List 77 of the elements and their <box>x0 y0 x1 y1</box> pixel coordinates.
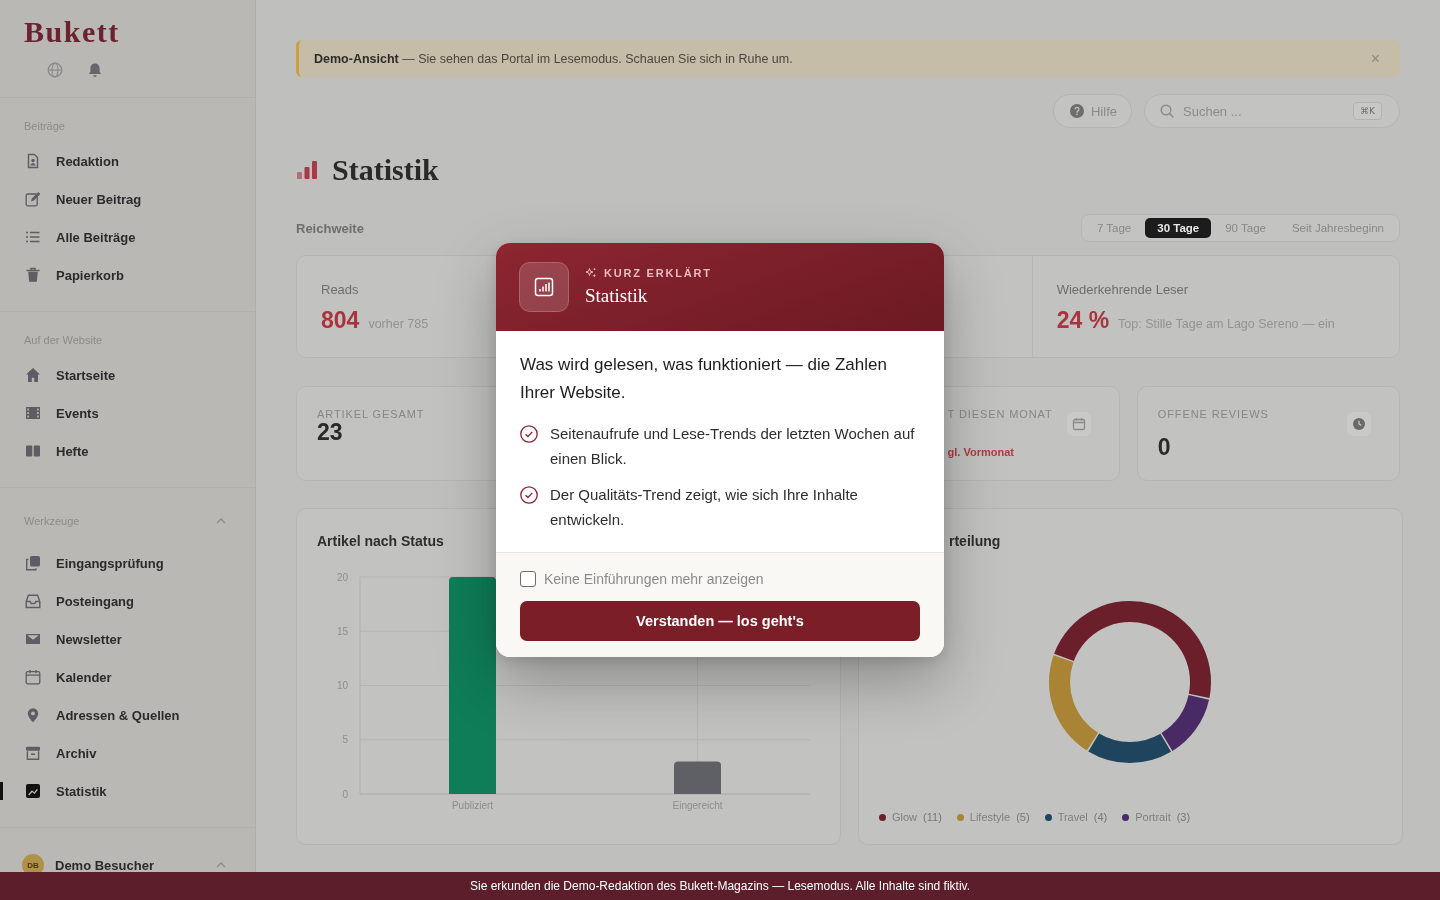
bell-icon[interactable] <box>87 62 103 78</box>
dialog-lead: Was wird gelesen, was funktioniert — die Zahlen Ihrer Website. <box>520 354 888 404</box>
checkbox-label: Keine Einführungen mehr anzeigen <box>544 571 764 587</box>
globe-icon[interactable] <box>47 62 63 78</box>
nav-item[interactable]: Hefte <box>0 432 255 470</box>
confirm-button[interactable]: Verstanden — los geht's <box>520 601 920 641</box>
checkbox[interactable] <box>520 571 536 587</box>
home-icon <box>25 367 41 383</box>
metric-value: 804 <box>321 306 360 334</box>
nav-item[interactable]: Eingangsprüfung <box>0 544 255 582</box>
list-icon <box>25 229 41 245</box>
legend-count: (5) <box>1016 811 1030 823</box>
search-input[interactable]: Suchen ... <box>1183 99 1345 123</box>
nav-item[interactable]: Neuer Beitrag <box>0 180 255 218</box>
chart-icon <box>25 783 41 799</box>
stat-value: 23 <box>317 418 343 446</box>
copy-icon <box>25 555 41 571</box>
calendar-icon <box>25 669 41 685</box>
nav-item[interactable]: Redaktion <box>0 142 255 180</box>
nav-item[interactable]: Adressen & Quellen <box>0 696 255 734</box>
legend-label: Portrait <box>1135 811 1171 823</box>
archive-icon <box>25 745 41 761</box>
section-heading: Reichweite <box>296 220 364 236</box>
shortcut-key: ⌘K <box>1353 102 1382 120</box>
range-tab[interactable]: 30 Tage <box>1145 218 1212 238</box>
notice-text: Demo-Ansicht — Sie sehen das Portal im Lesemodus. Schauen Sie sich in Ruhe um. <box>314 51 793 66</box>
nav-item[interactable]: Kalender <box>0 658 255 696</box>
nav-item[interactable]: Papierkorb <box>0 256 255 294</box>
point-text: Seitenaufrufe und Lese-Trends der letzten Wochen auf einen Blick. <box>550 424 916 469</box>
film-icon <box>25 405 41 421</box>
legend-count: (3) <box>1176 811 1191 823</box>
nav-item[interactable]: Startseite <box>0 356 255 394</box>
nav-item[interactable]: Statistik <box>0 772 255 810</box>
status-text: Sie erkunden die Demo-Redaktion des Bukett-Magazins — Lesemodus. Alle Inhalte sind fiktiv. <box>469 879 970 893</box>
chevron-up-icon <box>216 518 226 524</box>
calendar-icon <box>1066 412 1091 436</box>
pencil-icon <box>25 191 41 207</box>
stat-label: OFFENE REVIEWS <box>1157 407 1269 421</box>
legend-label: Lifestyle <box>969 811 1011 823</box>
metric-value: 24 % <box>1056 306 1110 334</box>
search-icon <box>1160 104 1174 118</box>
nav-item[interactable]: Newsletter <box>0 620 255 658</box>
legend-count: (11) <box>923 811 942 823</box>
metric-label: Reads <box>321 282 359 298</box>
logo: Bukett <box>24 16 120 48</box>
point-text: Der Qualitäts-Trend zeigt, wie sich Ihre Inhalte entwickeln. <box>550 485 859 530</box>
stat-label: ARTIKEL GESAMT <box>317 407 425 421</box>
book-icon <box>25 443 41 459</box>
stat-note: gl. Vormonat <box>947 446 1014 458</box>
page-title: Statistik <box>332 153 439 187</box>
check-circle-icon <box>520 424 538 443</box>
avatar: DB <box>22 854 44 872</box>
chart-title: rteilung <box>949 532 1001 550</box>
envelope-icon <box>25 631 41 647</box>
dialog-title: Statistik <box>585 284 648 308</box>
stat-value: 0 <box>1157 433 1171 461</box>
metric-label: Wiederkehrende Leser <box>1056 282 1189 298</box>
doc-icon <box>25 153 41 169</box>
inbox-icon <box>25 593 41 609</box>
nav-item[interactable]: Alle Beiträge <box>0 218 255 256</box>
nav-item[interactable]: Events <box>0 394 255 432</box>
dialog-eyebrow: KURZ ERKLÄRT <box>604 266 712 280</box>
nav-item[interactable]: Posteingang <box>0 582 255 620</box>
legend-count: (4) <box>1093 811 1108 823</box>
trash-icon <box>25 267 41 283</box>
bar-chart-icon <box>296 160 318 180</box>
legend-label: Glow <box>892 811 918 823</box>
check-circle-icon <box>520 485 538 504</box>
help-icon <box>1070 104 1084 118</box>
chart-title: Artikel nach Status <box>317 532 444 550</box>
chart-icon <box>519 262 569 312</box>
clock-icon <box>1347 412 1371 436</box>
legend-label: Travel <box>1057 811 1088 823</box>
chevron-up-icon <box>216 862 226 868</box>
pin-icon <box>25 707 41 723</box>
sparkle-icon <box>585 267 597 279</box>
nav-item[interactable]: Archiv <box>0 734 255 772</box>
